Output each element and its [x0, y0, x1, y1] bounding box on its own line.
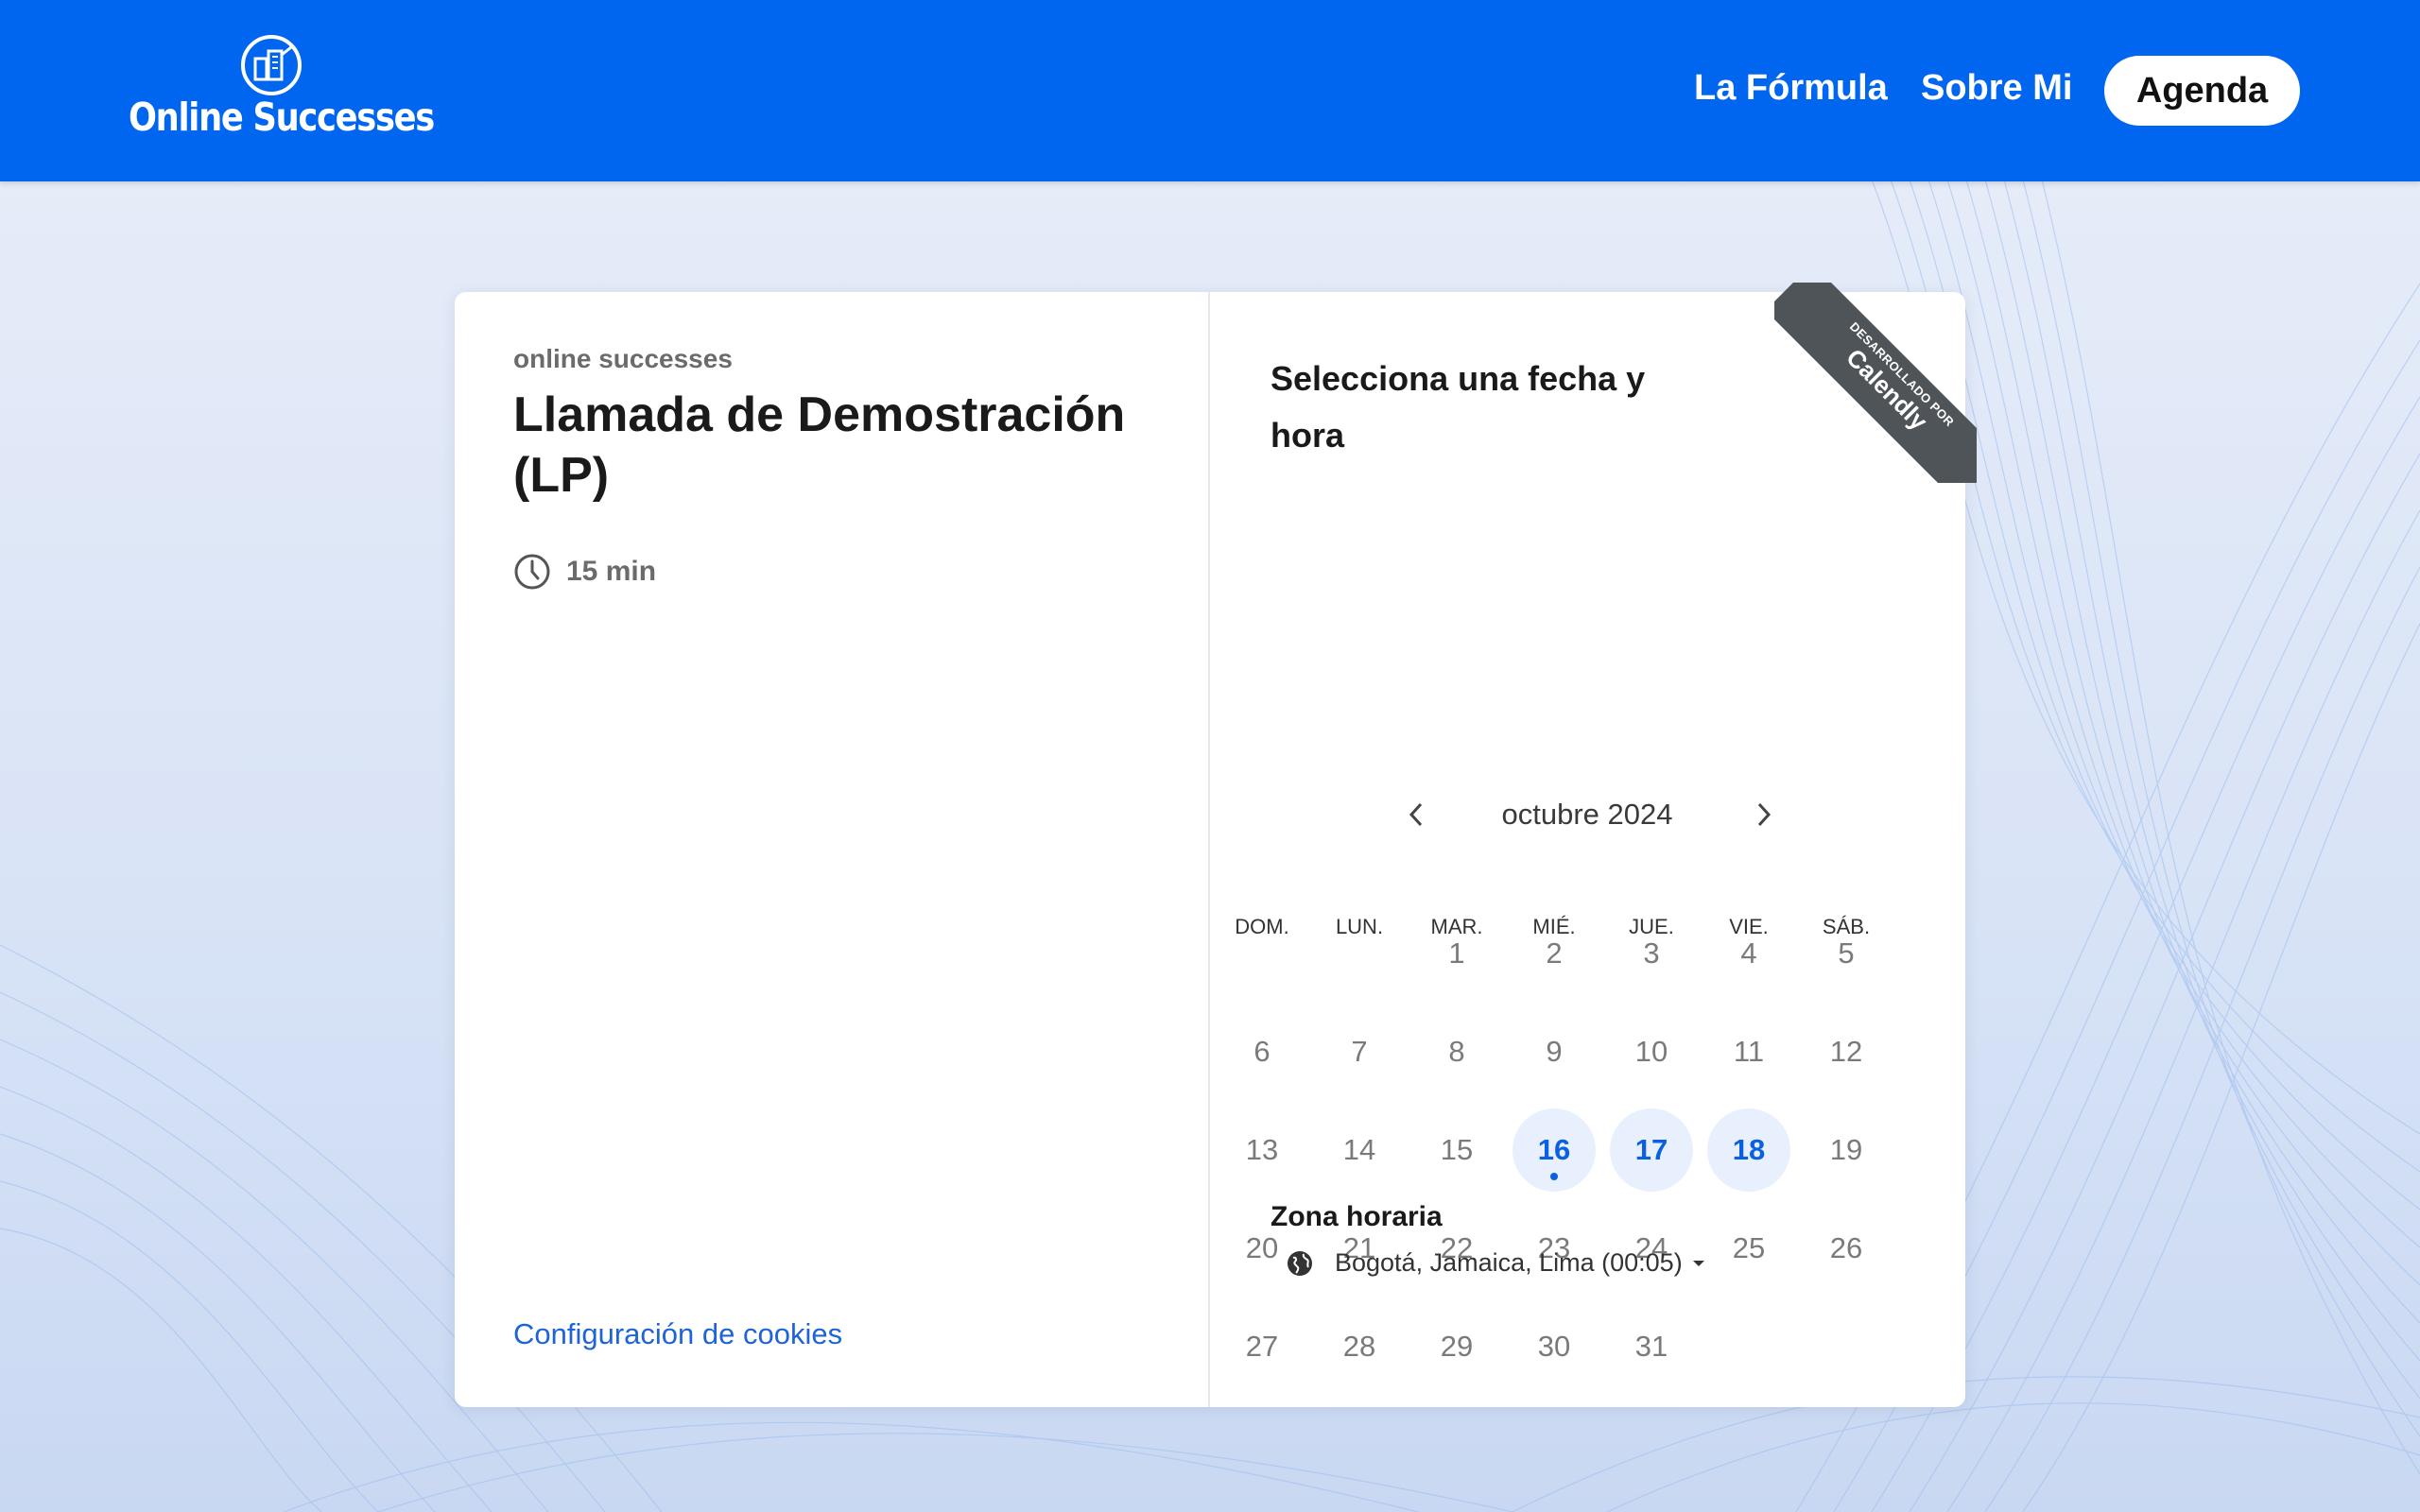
calendar-day-number: 17 — [1634, 1133, 1668, 1166]
today-indicator-dot — [1550, 1173, 1558, 1180]
globe-icon — [1288, 1250, 1312, 1276]
nav-sobre-mi[interactable]: Sobre Mi — [1921, 68, 2072, 109]
timezone-select[interactable]: Bogotá, Jamaica, Lima (00:05) — [1286, 1248, 1705, 1278]
calendar-day: 6 — [1220, 1010, 1304, 1093]
scheduling-card: online successes Llamada de Demostración… — [455, 283, 1977, 1407]
calendar-day: 1 — [1415, 912, 1498, 995]
calendar-day-number: 25 — [1732, 1231, 1766, 1264]
ribbon-brand-text: Calendly — [1841, 343, 1934, 436]
calendar-day: 3 — [1610, 912, 1693, 995]
weekday-label: LUN. — [1335, 915, 1384, 938]
calendar-day-number: 10 — [1634, 1035, 1668, 1068]
calendar-day-number: 29 — [1440, 1330, 1474, 1363]
calendar-day-number: 14 — [1342, 1133, 1376, 1166]
timezone-value: Bogotá, Jamaica, Lima (00:05) — [1335, 1248, 1683, 1277]
calendar-day-number: 8 — [1448, 1035, 1465, 1068]
chevron-left-icon — [1409, 802, 1423, 827]
previous-month-button[interactable] — [1392, 791, 1440, 838]
calendar-day-number: 12 — [1829, 1035, 1863, 1068]
calendar-day-number: 2 — [1546, 936, 1563, 970]
calendar-day: 14 — [1318, 1108, 1401, 1192]
calendar-day: 19 — [1805, 1108, 1888, 1192]
calendar-day: 31 — [1610, 1305, 1693, 1388]
calendar-day-number: 6 — [1253, 1035, 1270, 1068]
calendar-day-number: 26 — [1829, 1231, 1863, 1264]
event-title: Llamada de Demostración (LP) — [513, 387, 1126, 503]
calendar-day: 30 — [1512, 1305, 1596, 1388]
calendar-day: 7 — [1318, 1010, 1401, 1093]
calendly-ribbon[interactable]: DESARROLLADO POR Calendly — [1774, 283, 1977, 483]
chevron-right-icon — [1757, 802, 1772, 827]
calendar-day-available[interactable]: 16 — [1512, 1108, 1596, 1192]
caret-down-icon — [1692, 1260, 1704, 1266]
calendar-day: 28 — [1318, 1305, 1401, 1388]
cookie-settings-link[interactable]: Configuración de cookies — [513, 1317, 842, 1351]
calendar-day-number: 27 — [1245, 1330, 1279, 1363]
calendar-day-available[interactable]: 17 — [1610, 1108, 1693, 1192]
nav-agenda-button[interactable]: Agenda — [2104, 56, 2300, 126]
calendar-day: 10 — [1610, 1010, 1693, 1093]
weekday-label: DOM. — [1235, 915, 1289, 938]
logo-text: Online Successes — [129, 94, 435, 140]
calendar-day: 8 — [1415, 1010, 1498, 1093]
calendar-day: 12 — [1805, 1010, 1888, 1093]
organizer-name: online successes — [513, 344, 733, 373]
nav-la-formula[interactable]: La Fórmula — [1694, 68, 1888, 109]
calendar-day: 26 — [1805, 1207, 1888, 1290]
calendar-day-number: 16 — [1537, 1133, 1571, 1166]
calendar-day: 2 — [1512, 912, 1596, 995]
calendar-day-number: 15 — [1440, 1133, 1474, 1166]
calendar-day: 25 — [1707, 1207, 1790, 1290]
calendar-day-number: 4 — [1740, 936, 1757, 970]
date-picker-heading: Selecciona una fecha y hora — [1270, 359, 1646, 455]
calendar-day-number: 13 — [1245, 1133, 1279, 1166]
site-header: Online Successes La Fórmula Sobre Mi Age… — [0, 0, 2420, 181]
ribbon-band: DESARROLLADO POR Calendly — [1774, 283, 1977, 483]
clock-icon — [514, 554, 550, 590]
calendar-day-number: 20 — [1245, 1231, 1279, 1264]
calendar-day: 29 — [1415, 1305, 1498, 1388]
calendar-day-number: 28 — [1342, 1330, 1376, 1363]
calendar-day-number: 1 — [1448, 936, 1465, 970]
next-month-button[interactable] — [1740, 791, 1788, 838]
building-globe-icon — [241, 35, 302, 95]
calendar-day: 11 — [1707, 1010, 1790, 1093]
month-label: octubre 2024 — [1501, 798, 1673, 831]
calendar-day-number: 19 — [1829, 1133, 1863, 1166]
calendar-day: 27 — [1220, 1305, 1304, 1388]
calendar-day-number: 9 — [1546, 1035, 1563, 1068]
calendar-day-number: 31 — [1634, 1330, 1668, 1363]
calendar-day-available[interactable]: 18 — [1707, 1108, 1790, 1192]
event-duration: 15 min — [513, 553, 656, 591]
timezone-label: Zona horaria — [1270, 1201, 1443, 1232]
calendar-day-number: 11 — [1733, 1035, 1765, 1068]
calendar-day-number: 7 — [1351, 1035, 1368, 1068]
calendar-day-number: 3 — [1643, 936, 1660, 970]
calendar-day: 15 — [1415, 1108, 1498, 1192]
calendar-day-number: 18 — [1732, 1133, 1766, 1166]
calendar-day-number: 5 — [1838, 936, 1855, 970]
calendar-day: 5 — [1805, 912, 1888, 995]
calendar-day: 13 — [1220, 1108, 1304, 1192]
calendar-day: 9 — [1512, 1010, 1596, 1093]
calendar-day-number: 30 — [1537, 1330, 1571, 1363]
calendar-day: 4 — [1707, 912, 1790, 995]
duration-text: 15 min — [566, 556, 657, 587]
logo[interactable]: Online Successes — [129, 34, 435, 147]
